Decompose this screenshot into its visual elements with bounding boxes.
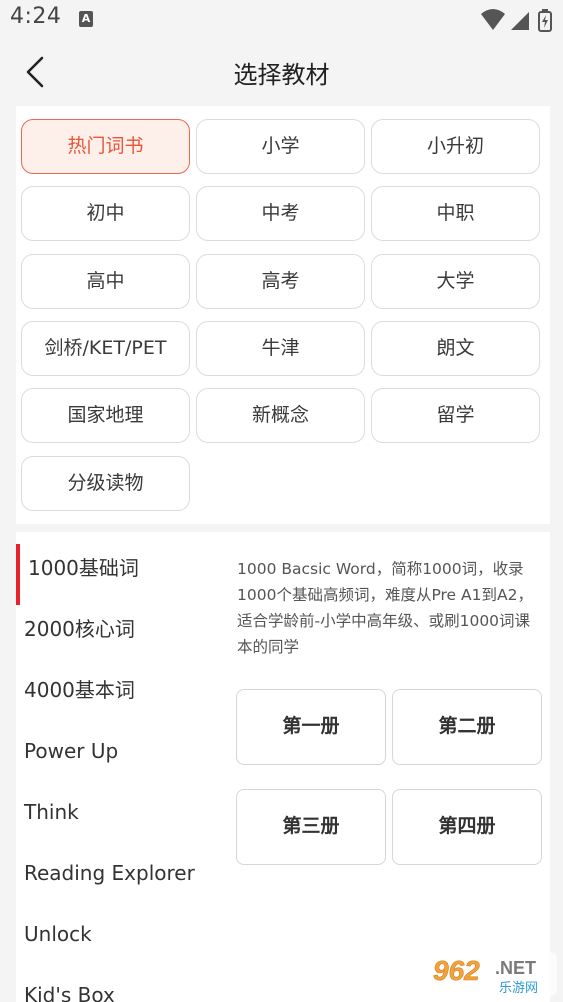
status-icons — [481, 9, 552, 32]
category-chip-university[interactable]: 大学 — [371, 254, 540, 309]
category-chip-gaokao[interactable]: 高考 — [196, 254, 365, 309]
page-title: 选择教材 — [233, 61, 330, 89]
category-chip-hot[interactable]: 热门词书 — [21, 119, 190, 174]
series-item-reading-explorer[interactable]: Reading Explorer — [16, 843, 220, 904]
app-header: 选择教材 — [0, 38, 563, 106]
category-chip-primary[interactable]: 小学 — [196, 119, 365, 174]
series-description: 1000 Bacsic Word，简称1000词，收录1000个基础高频词，难度… — [237, 560, 533, 656]
signal-icon — [511, 12, 529, 30]
series-item-think[interactable]: Think — [16, 782, 220, 843]
watermark-subtitle: 乐游网 — [499, 981, 538, 996]
series-item-kids-box[interactable]: Kid's Box — [16, 965, 220, 1002]
series-item-1000-basic[interactable]: 1000基础词 — [16, 538, 220, 605]
series-item-power-up[interactable]: Power Up — [16, 721, 220, 782]
watermark-logo: 962 .NET 乐游网 — [425, 952, 557, 996]
series-item-2000-core[interactable]: 2000核心词 — [16, 599, 220, 660]
volume-button-2[interactable]: 第二册 — [392, 689, 542, 765]
series-item-4000-essential[interactable]: 4000基本词 — [16, 660, 220, 721]
battery-icon — [538, 9, 552, 32]
volume-button-4[interactable]: 第四册 — [392, 789, 542, 865]
watermark-brand: 962 — [433, 955, 480, 986]
volume-button-3[interactable]: 第三册 — [236, 789, 386, 865]
series-detail-panel: 1000 Bacsic Word，简称1000词，收录1000个基础高频词，难度… — [220, 532, 550, 1002]
category-chip-junior-high[interactable]: 初中 — [21, 186, 190, 241]
category-chip-graded-readers[interactable]: 分级读物 — [21, 456, 190, 511]
notification-a-icon: A — [79, 11, 93, 27]
series-list: 1000基础词 2000核心词 4000基本词 Power Up Think R… — [16, 532, 220, 1002]
category-chip-new-concept[interactable]: 新概念 — [196, 388, 365, 443]
category-panel: 热门词书 小学 小升初 初中 中考 中职 高中 高考 大学 剑桥/KET/PET… — [16, 106, 550, 524]
status-bar: 4:24 A — [0, 0, 563, 38]
status-time: 4:24 — [10, 4, 62, 29]
watermark-suffix: .NET — [495, 958, 536, 978]
category-chip-cambridge[interactable]: 剑桥/KET/PET — [21, 321, 190, 376]
volume-button-1[interactable]: 第一册 — [236, 689, 386, 765]
category-chip-study-abroad[interactable]: 留学 — [371, 388, 540, 443]
wifi-icon — [481, 9, 505, 30]
category-chip-primary-to-middle[interactable]: 小升初 — [371, 119, 540, 174]
series-item-unlock[interactable]: Unlock — [16, 904, 220, 965]
category-chip-oxford[interactable]: 牛津 — [196, 321, 365, 376]
category-chip-longman[interactable]: 朗文 — [371, 321, 540, 376]
category-chip-zhongkao[interactable]: 中考 — [196, 186, 365, 241]
category-chip-national-geographic[interactable]: 国家地理 — [21, 388, 190, 443]
category-chip-vocational[interactable]: 中职 — [371, 186, 540, 241]
category-chip-senior-high[interactable]: 高中 — [21, 254, 190, 309]
